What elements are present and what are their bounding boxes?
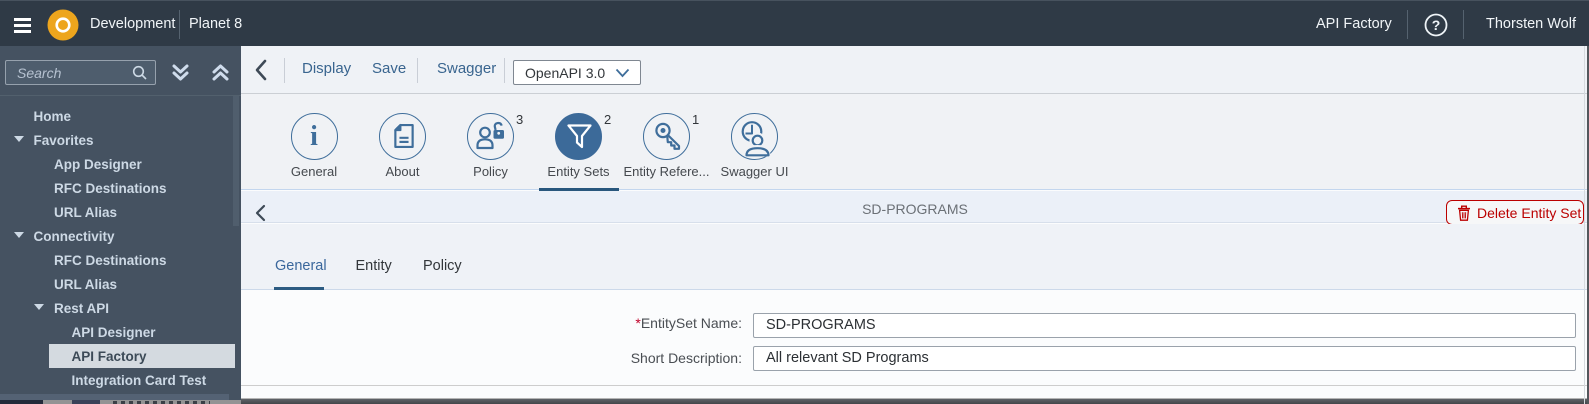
svg-text:?: ?: [1432, 17, 1441, 33]
